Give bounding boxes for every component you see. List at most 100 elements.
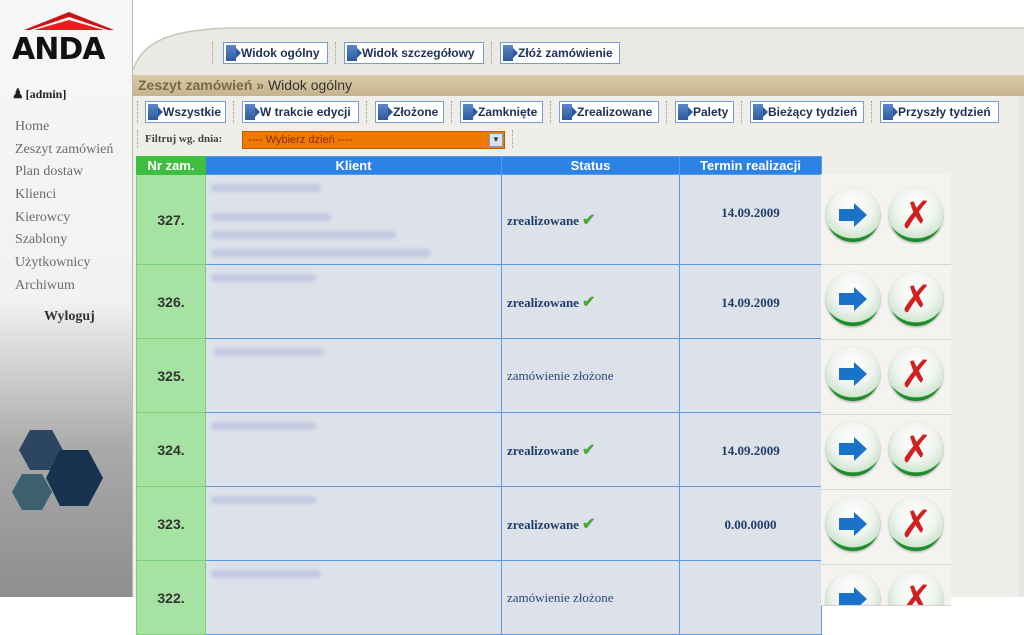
separator [871, 101, 875, 123]
status-text: zrealizowane [507, 294, 579, 310]
separator [512, 130, 516, 148]
separator [666, 101, 670, 123]
redacted-text [211, 249, 431, 257]
view-general-button[interactable]: Widok ogólny [223, 42, 328, 64]
place-order-button[interactable]: Złóż zamówienie [500, 42, 620, 64]
view-detailed-button[interactable]: Widok szczegółowy [344, 42, 484, 64]
redacted-text [211, 184, 321, 192]
arrow-right-icon [347, 45, 362, 61]
table-row[interactable]: 322. zamówienie złożone [136, 560, 822, 635]
delete-x-icon[interactable]: ✗ [889, 422, 943, 476]
client-info [205, 560, 502, 635]
redacted-text [211, 570, 321, 578]
status-text: zrealizowane [507, 212, 579, 228]
tab-closed[interactable]: Zamknięte [460, 101, 543, 123]
delete-x-icon[interactable]: ✗ [889, 347, 943, 401]
table-row[interactable]: 325. zamówienie złożone [136, 338, 822, 413]
order-number: 327. [136, 174, 206, 265]
sidebar-item-drivers[interactable]: Kierowcy [15, 207, 113, 230]
tab-pallets[interactable]: Palety [675, 101, 734, 123]
breadcrumb-section[interactable]: Zeszyt zamówień [138, 77, 252, 93]
action-row: ✗ [821, 340, 951, 415]
arrow-right-icon [678, 104, 693, 120]
arrow-right-icon [883, 104, 898, 120]
status-text: zrealizowane [507, 516, 579, 532]
sidebar-item-templates[interactable]: Szablony [15, 229, 113, 252]
arrow-right-icon[interactable] [826, 422, 880, 476]
header-client[interactable]: Klient [205, 156, 502, 175]
table-row[interactable]: 327. zrealizowane ✔ 14.09.2009 [136, 174, 822, 265]
arrow-right-icon [148, 104, 163, 120]
order-number: 326. [136, 264, 206, 339]
sidebar-item-home[interactable]: Home [15, 116, 113, 139]
scrollbar[interactable] [1018, 96, 1024, 597]
arrow-right-icon[interactable] [826, 188, 880, 242]
arrow-right-icon [562, 104, 577, 120]
client-info [205, 264, 502, 339]
delete-x-icon[interactable]: ✗ [889, 272, 943, 326]
order-number: 323. [136, 486, 206, 561]
table-row[interactable]: 324. zrealizowane ✔ 14.09.2009 [136, 412, 822, 487]
delete-x-icon[interactable]: ✗ [889, 188, 943, 242]
status-text: zrealizowane [507, 442, 579, 458]
row-actions: ✗ ✗ ✗ ✗ ✗ ✗ [821, 174, 951, 606]
sidebar-item-delivery-plan[interactable]: Plan dostaw [15, 161, 113, 184]
redacted-text [211, 213, 331, 221]
user-icon: ♟ [12, 86, 24, 101]
redacted-text [214, 348, 324, 356]
table-row[interactable]: 323. zrealizowane ✔ 0.00.0000 [136, 486, 822, 561]
redacted-text [211, 274, 316, 282]
header-nr[interactable]: Nr zam. [136, 156, 206, 175]
redacted-text [211, 231, 396, 239]
delete-x-icon[interactable]: ✗ [889, 497, 943, 551]
tab-all[interactable]: Wszystkie [145, 101, 226, 123]
orders-table: Nr zam. Klient Status Termin realizacji … [136, 156, 822, 635]
logo: ANDA [10, 10, 128, 67]
breadcrumb-separator: » [256, 77, 265, 93]
header-date[interactable]: Termin realizacji [679, 156, 822, 175]
arrow-right-icon[interactable] [826, 572, 880, 605]
action-row: ✗ [821, 415, 951, 490]
arrow-right-icon[interactable] [826, 272, 880, 326]
status-cell: zamówienie złożone [501, 338, 680, 413]
tab-current-week[interactable]: Bieżący tydzień [750, 101, 864, 123]
client-info [205, 338, 502, 413]
due-date [679, 338, 822, 413]
sidebar-item-users[interactable]: Użytkownicy [15, 252, 113, 275]
action-row: ✗ [821, 490, 951, 565]
sidebar-item-archive[interactable]: Archiwum [15, 275, 113, 298]
delete-x-icon[interactable]: ✗ [889, 572, 943, 605]
separator [137, 101, 141, 123]
arrow-right-icon [753, 104, 768, 120]
status-text: zamówienie złożone [507, 589, 614, 605]
arrow-right-icon [226, 45, 241, 61]
tab-submitted[interactable]: Złożone [375, 101, 444, 123]
separator [491, 42, 495, 64]
action-row: ✗ [821, 565, 951, 606]
sidebar-nav: Home Zeszyt zamówień Plan dostaw Klienci… [15, 116, 113, 298]
due-date: 14.09.2009 [679, 264, 822, 339]
logout-link[interactable]: Wyloguj [44, 309, 95, 325]
tab-next-week[interactable]: Przyszły tydzień [880, 101, 999, 123]
decorative-hexagons [12, 430, 103, 510]
check-icon: ✔ [581, 293, 596, 311]
arrow-right-icon[interactable] [826, 497, 880, 551]
sidebar-item-orders-book[interactable]: Zeszyt zamówień [15, 139, 113, 162]
tab-completed[interactable]: Zrealizowane [559, 101, 659, 123]
order-number: 324. [136, 412, 206, 487]
chevron-down-icon[interactable]: ▼ [489, 133, 503, 147]
status-cell: zrealizowane ✔ [501, 412, 680, 487]
header-status[interactable]: Status [501, 156, 680, 175]
sidebar-item-clients[interactable]: Klienci [15, 184, 113, 207]
redacted-text [211, 422, 316, 430]
day-filter-select[interactable]: ---- Wybierz dzień ---- ▼ [242, 131, 505, 149]
tab-in-edit[interactable]: W trakcie edycji [242, 101, 359, 123]
arrow-right-icon [463, 104, 478, 120]
due-date: 0.00.0000 [679, 486, 822, 561]
breadcrumb-current: Widok ogólny [267, 77, 352, 93]
due-date: 14.09.2009 [679, 174, 822, 265]
filter-label: Filtruj wg. dnia: [145, 133, 223, 145]
arrow-right-icon[interactable] [826, 347, 880, 401]
table-row[interactable]: 326. zrealizowane ✔ 14.09.2009 [136, 264, 822, 339]
check-icon: ✔ [581, 441, 596, 459]
